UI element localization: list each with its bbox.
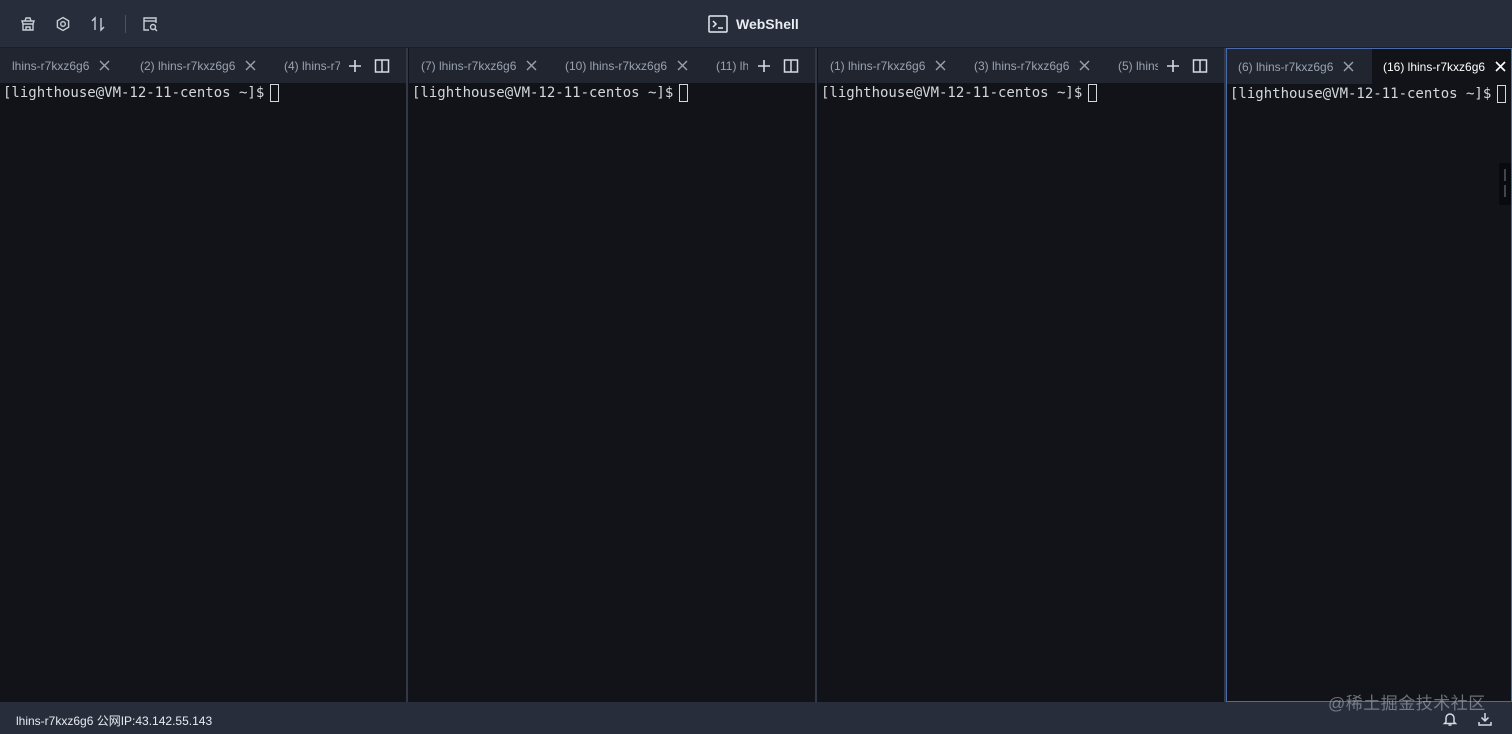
transfer-button[interactable] [88, 14, 108, 34]
new-tab-button[interactable] [1162, 55, 1184, 77]
split-pane-button[interactable] [780, 55, 802, 77]
tab-session[interactable]: (11) lhins-r7kxz6g6 [716, 48, 748, 83]
tab-session-active[interactable]: (16) lhins-r7kxz6g6 [1372, 49, 1511, 84]
tab-session[interactable]: (7) lhins-r7kxz6g6 [421, 48, 551, 83]
tab-session[interactable]: (5) lhins-r7kxz6g6 [1118, 48, 1158, 83]
tab-bar: (7) lhins-r7kxz6g6 (10) lhins-r7kxz6g6 (… [409, 48, 815, 83]
tab-session[interactable]: (6) lhins-r7kxz6g6 [1238, 49, 1366, 84]
tab-label: (11) lhins-r7kxz6g6 [716, 58, 748, 73]
tab-label: (7) lhins-r7kxz6g6 [421, 58, 517, 73]
close-icon [1343, 61, 1354, 72]
close-tab-button[interactable] [1077, 59, 1091, 73]
tab-session[interactable]: (3) lhins-r7kxz6g6 [974, 48, 1094, 83]
tab-session[interactable]: (4) lhins-r7kxz6g6 [284, 48, 340, 83]
terminal-cursor [270, 84, 280, 102]
close-icon [935, 60, 946, 71]
transfer-icon [91, 16, 105, 32]
new-tab-button[interactable] [344, 55, 366, 77]
terminal-pane-3: (1) lhins-r7kxz6g6 (3) lhins-r7kxz6g6 (5… [818, 48, 1226, 702]
terminal-cursor [1088, 84, 1098, 102]
tab-bar: lhins-r7kxz6g6 (2) lhins-r7kxz6g6 (4) lh… [0, 48, 406, 83]
shell-prompt: [lighthouse@VM-12-11-centos ~]$ [412, 85, 674, 101]
tab-session[interactable]: lhins-r7kxz6g6 [12, 48, 128, 83]
close-tab-button[interactable] [1493, 60, 1507, 74]
tab-bar: (1) lhins-r7kxz6g6 (3) lhins-r7kxz6g6 (5… [818, 48, 1224, 83]
new-tab-button[interactable] [753, 55, 775, 77]
scrollbar-mark [1504, 185, 1506, 197]
toolbar-actions [18, 14, 175, 34]
tab-bar: (6) lhins-r7kxz6g6 (16) lhins-r7kxz6g6 [1227, 49, 1511, 84]
shell-prompt: [lighthouse@VM-12-11-centos ~]$ [1230, 86, 1492, 102]
split-view-icon [1192, 58, 1208, 73]
terminal-cursor [679, 84, 689, 102]
page-title: WebShell [736, 16, 799, 32]
tab-label: (2) lhins-r7kxz6g6 [140, 58, 236, 73]
terminal-cursor [1497, 85, 1507, 103]
terminal-output[interactable]: [lighthouse@VM-12-11-centos ~]$ [1227, 84, 1511, 701]
close-icon [526, 60, 537, 71]
toolbar-divider [125, 15, 126, 33]
tab-label: (1) lhins-r7kxz6g6 [830, 58, 926, 73]
close-icon [245, 60, 256, 71]
plus-icon [758, 59, 770, 72]
tab-session[interactable]: (2) lhins-r7kxz6g6 [140, 48, 260, 83]
close-tab-button[interactable] [675, 59, 689, 73]
terminal-output[interactable]: [lighthouse@VM-12-11-centos ~]$ [0, 83, 406, 702]
status-bar: lhins-r7kxz6g6 公网IP:43.142.55.143 [0, 702, 1512, 734]
split-pane-button[interactable] [371, 55, 393, 77]
split-view-icon [783, 58, 799, 73]
session-search-icon [143, 17, 158, 32]
tab-label: (5) lhins-r7kxz6g6 [1118, 58, 1158, 73]
close-tab-button[interactable] [1341, 60, 1355, 74]
app-title: WebShell [708, 14, 799, 34]
settings-icon [56, 16, 70, 32]
split-view-icon [374, 58, 390, 73]
tab-label: (3) lhins-r7kxz6g6 [974, 58, 1070, 73]
watermark: @稀土掘金技术社区 [1328, 694, 1486, 713]
tab-session[interactable]: (1) lhins-r7kxz6g6 [830, 48, 960, 83]
close-icon [99, 60, 110, 71]
terminal-output[interactable]: [lighthouse@VM-12-11-centos ~]$ [409, 83, 815, 702]
store-icon [21, 17, 35, 31]
close-icon [677, 60, 688, 71]
shell-prompt: [lighthouse@VM-12-11-centos ~]$ [821, 85, 1083, 101]
plus-icon [349, 59, 361, 72]
top-toolbar: WebShell [0, 0, 1512, 48]
terminal-pane-4: (6) lhins-r7kxz6g6 (16) lhins-r7kxz6g6 [… [1226, 48, 1512, 702]
plus-icon [1167, 59, 1179, 72]
terminal-output[interactable]: [lighthouse@VM-12-11-centos ~]$ [818, 83, 1224, 702]
tab-label: (16) lhins-r7kxz6g6 [1383, 59, 1486, 74]
terminal-pane-2: (7) lhins-r7kxz6g6 (10) lhins-r7kxz6g6 (… [409, 48, 817, 702]
store-button[interactable] [18, 14, 38, 34]
close-icon [1079, 60, 1090, 71]
tab-actions [749, 48, 807, 83]
session-search-button[interactable] [140, 14, 160, 34]
instance-info: lhins-r7kxz6g6 公网IP:43.142.55.143 [16, 714, 213, 728]
terminal-pane-1: lhins-r7kxz6g6 (2) lhins-r7kxz6g6 (4) lh… [0, 48, 408, 702]
tab-label: (4) lhins-r7kxz6g6 [284, 58, 340, 73]
scrollbar[interactable] [1499, 163, 1511, 205]
close-tab-button[interactable] [243, 59, 257, 73]
terminal-icon [708, 15, 728, 33]
tab-actions [1158, 48, 1216, 83]
close-icon [1494, 61, 1506, 72]
tab-label: (10) lhins-r7kxz6g6 [565, 58, 668, 73]
close-tab-button[interactable] [524, 59, 538, 73]
split-pane-button[interactable] [1189, 55, 1211, 77]
tab-session[interactable]: (10) lhins-r7kxz6g6 [565, 48, 693, 83]
tab-label: lhins-r7kxz6g6 [12, 58, 90, 73]
scrollbar-mark [1504, 169, 1506, 181]
shell-prompt: [lighthouse@VM-12-11-centos ~]$ [3, 85, 265, 101]
tab-label: (6) lhins-r7kxz6g6 [1238, 59, 1334, 74]
close-tab-button[interactable] [933, 59, 947, 73]
tab-actions [340, 48, 398, 83]
close-tab-button[interactable] [97, 59, 111, 73]
settings-button[interactable] [53, 14, 73, 34]
